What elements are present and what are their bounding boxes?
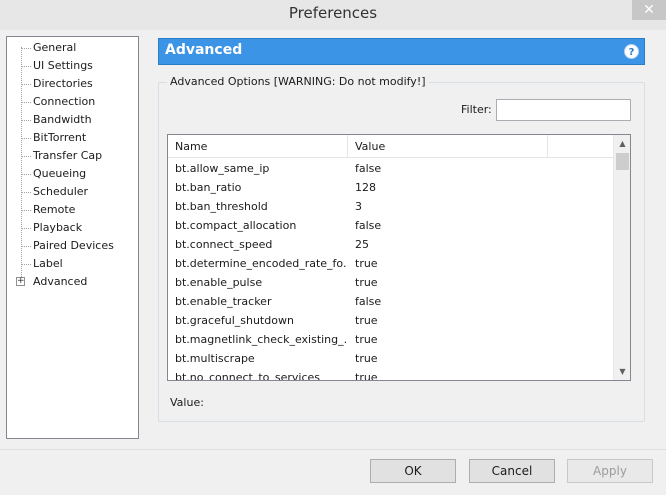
ok-button[interactable]: OK	[370, 459, 456, 483]
setting-name: bt.no_connect_to_services	[175, 371, 321, 381]
setting-name: bt.ban_threshold	[175, 200, 268, 213]
scroll-down-icon[interactable]: ▼	[614, 363, 630, 380]
tree-item-label-settings[interactable]: Label	[7, 255, 137, 273]
advanced-settings-table: Name Value bt.allow_same_ip false bt.ban_…	[167, 134, 631, 381]
tree-item-label: Remote	[33, 203, 76, 216]
tree-item-bandwidth[interactable]: Bandwidth	[7, 111, 137, 129]
tree-item-label: Playback	[33, 221, 83, 234]
table-row[interactable]: bt.no_connect_to_services true	[168, 368, 613, 381]
title-bar: Preferences ✕	[0, 0, 666, 30]
section-header: Advanced ?	[158, 38, 645, 65]
tree-item-ui-settings[interactable]: UI Settings	[7, 57, 137, 75]
tree-item-advanced[interactable]: + Advanced	[7, 273, 137, 291]
setting-name: bt.graceful_shutdown	[175, 314, 294, 327]
tree-item-directories[interactable]: Directories	[7, 75, 137, 93]
tree-item-label: Paired Devices	[33, 239, 114, 252]
scroll-up-icon[interactable]: ▲	[614, 135, 630, 152]
tree-item-label: Transfer Cap	[33, 149, 103, 162]
setting-name: bt.enable_pulse	[175, 276, 263, 289]
table-row[interactable]: bt.determine_encoded_rate_fo... true	[168, 254, 613, 273]
table-row[interactable]: bt.graceful_shutdown true	[168, 311, 613, 330]
tree-item-label: Advanced	[33, 275, 88, 288]
tree-item-label: Connection	[33, 95, 96, 108]
help-icon[interactable]: ?	[624, 44, 639, 59]
table-row[interactable]: bt.enable_tracker false	[168, 292, 613, 311]
setting-name: bt.connect_speed	[175, 238, 273, 251]
table-row[interactable]: bt.ban_threshold 3	[168, 197, 613, 216]
table-row[interactable]: bt.ban_ratio 128	[168, 178, 613, 197]
setting-value: false	[355, 219, 382, 232]
tree-item-label: Queueing	[33, 167, 87, 180]
scroll-thumb[interactable]	[616, 153, 629, 170]
setting-value: true	[355, 257, 378, 270]
setting-name: bt.determine_encoded_rate_fo...	[175, 257, 347, 270]
tree-item-label: BitTorrent	[33, 131, 87, 144]
tree-item-label: Label	[33, 257, 63, 270]
setting-value: true	[355, 314, 378, 327]
tree-item-scheduler[interactable]: Scheduler	[7, 183, 137, 201]
table-row[interactable]: bt.compact_allocation false	[168, 216, 613, 235]
table-row[interactable]: bt.magnetlink_check_existing_... true	[168, 330, 613, 349]
tree-item-remote[interactable]: Remote	[7, 201, 137, 219]
tree-item-bittorrent[interactable]: BitTorrent	[7, 129, 137, 147]
tree-item-queueing[interactable]: Queueing	[7, 165, 137, 183]
setting-name: bt.multiscrape	[175, 352, 255, 365]
setting-name: bt.ban_ratio	[175, 181, 242, 194]
group-legend: Advanced Options [WARNING: Do not modify…	[167, 75, 429, 88]
setting-value: true	[355, 352, 378, 365]
tree-item-paired-devices[interactable]: Paired Devices	[7, 237, 137, 255]
setting-name: bt.magnetlink_check_existing_...	[175, 333, 347, 346]
tree-item-general[interactable]: General	[7, 39, 137, 57]
setting-value: true	[355, 276, 378, 289]
setting-name: bt.enable_tracker	[175, 295, 272, 308]
tree-item-transfer-cap[interactable]: Transfer Cap	[7, 147, 137, 165]
expand-icon[interactable]: +	[16, 277, 25, 286]
column-header-name[interactable]: Name	[168, 135, 348, 158]
apply-button[interactable]: Apply	[567, 459, 653, 483]
setting-name: bt.allow_same_ip	[175, 162, 270, 175]
window-title: Preferences	[288, 4, 378, 22]
cancel-button[interactable]: Cancel	[469, 459, 555, 483]
filter-label: Filter:	[461, 103, 492, 116]
preferences-nav-tree: General UI Settings Directories Connecti…	[6, 36, 139, 439]
tree-item-label: UI Settings	[33, 59, 93, 72]
setting-value: 25	[355, 238, 369, 251]
setting-value: true	[355, 371, 378, 381]
tree-item-label: General	[33, 41, 77, 54]
section-title: Advanced	[165, 42, 243, 58]
tree-item-label: Scheduler	[33, 185, 89, 198]
setting-value: false	[355, 162, 382, 175]
vertical-scrollbar[interactable]: ▲ ▼	[613, 135, 630, 380]
tree-item-label: Directories	[33, 77, 93, 90]
table-row[interactable]: bt.enable_pulse true	[168, 273, 613, 292]
setting-value: false	[355, 295, 382, 308]
column-header-value[interactable]: Value	[348, 135, 548, 158]
tree-item-connection[interactable]: Connection	[7, 93, 137, 111]
tree-item-playback[interactable]: Playback	[7, 219, 137, 237]
tree-item-label: Bandwidth	[33, 113, 92, 126]
setting-value: 3	[355, 200, 362, 213]
table-row[interactable]: bt.allow_same_ip false	[168, 159, 613, 178]
table-row[interactable]: bt.connect_speed 25	[168, 235, 613, 254]
table-rows: bt.allow_same_ip false bt.ban_ratio 128 bt…	[168, 159, 613, 381]
setting-value: true	[355, 333, 378, 346]
value-label: Value:	[170, 396, 204, 409]
close-button[interactable]: ✕	[632, 0, 666, 20]
table-row[interactable]: bt.multiscrape true	[168, 349, 613, 368]
filter-input[interactable]	[496, 99, 631, 121]
table-header: Name Value	[168, 135, 613, 158]
setting-name: bt.compact_allocation	[175, 219, 297, 232]
setting-value: 128	[355, 181, 376, 194]
